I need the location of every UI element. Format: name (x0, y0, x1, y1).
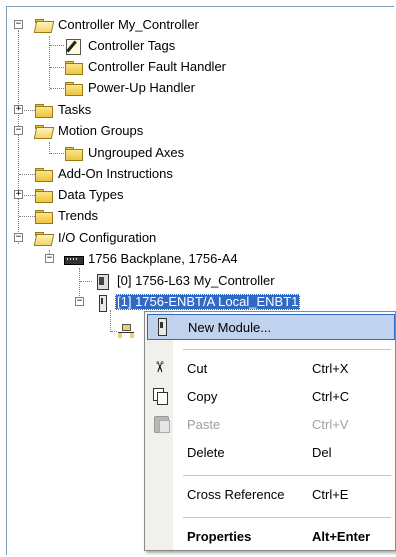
tree-node-label: Motion Groups (58, 123, 144, 138)
menu-item-label: Properties (187, 528, 252, 544)
folder-icon (64, 59, 83, 75)
menu-item-label: Copy (187, 388, 218, 404)
tree-node-data-types[interactable]: Data Types (34, 186, 126, 204)
controller-tags-icon (64, 38, 82, 55)
ethernet-network-icon (117, 323, 135, 339)
tree-connector (50, 153, 64, 154)
expand-toggle[interactable]: + (14, 105, 23, 114)
collapse-toggle[interactable]: − (14, 20, 23, 29)
tree-node-ethernet-network[interactable] (117, 322, 139, 340)
tree-node-power-up-handler[interactable]: Power-Up Handler (64, 79, 197, 97)
menu-item-shortcut: Alt+Enter (312, 528, 371, 544)
context-menu: New Module... Cut Ctrl+X Copy Ctrl+C Pas… (144, 311, 396, 551)
tree-node-io-configuration[interactable]: I/O Configuration (34, 229, 158, 247)
tree-node-ungrouped-axes[interactable]: Ungrouped Axes (64, 144, 186, 162)
menu-item-shortcut: Ctrl+E (312, 486, 349, 502)
folder-icon (64, 80, 83, 96)
menu-item-new-module[interactable]: New Module... (147, 314, 395, 340)
backplane-icon (64, 251, 84, 267)
menu-separator (183, 475, 391, 476)
menu-separator (183, 517, 391, 518)
tree-node-label: Ungrouped Axes (88, 145, 185, 160)
menu-item-cross-reference[interactable]: Cross Reference Ctrl+E (147, 481, 395, 507)
folder-open-icon (34, 123, 52, 139)
tree-connector (110, 310, 111, 332)
tree-node-label: Data Types (58, 187, 124, 202)
menu-item-label: Delete (187, 444, 225, 460)
tree-node-label: Controller My_Controller (58, 17, 199, 32)
menu-item-label: Cross Reference (187, 486, 285, 502)
folder-open-icon (34, 17, 52, 33)
folder-icon (34, 187, 53, 203)
tree-node-label: Trends (58, 208, 98, 223)
tree-node-controller-module[interactable]: [0] 1756-L63 My_Controller (93, 272, 277, 290)
tree-node-label: Controller Tags (88, 38, 176, 53)
tree-node-label: 1756 Backplane, 1756-A4 (88, 251, 238, 266)
tree-node-label: [1] 1756-ENBT/A Local_ENBT1 (115, 294, 301, 310)
collapse-toggle[interactable]: − (75, 297, 84, 306)
menu-separator (183, 349, 391, 350)
menu-item-label: Paste (187, 416, 221, 432)
tree-connector (50, 67, 64, 68)
tree-node-label: Controller Fault Handler (88, 59, 227, 74)
tree-node-controller-tags[interactable]: Controller Tags (64, 37, 177, 55)
collapse-toggle[interactable]: − (45, 254, 54, 263)
tree-node-add-on-instructions[interactable]: Add-On Instructions (34, 165, 175, 183)
tree-connector (50, 45, 64, 46)
menu-item-label: Cut (187, 360, 208, 376)
tree-node-controller[interactable]: Controller My_Controller (34, 16, 201, 34)
folder-icon (34, 102, 53, 118)
expand-toggle[interactable]: + (14, 190, 23, 199)
folder-open-icon (34, 230, 52, 246)
menu-item-shortcut: Ctrl+V (312, 416, 349, 432)
tree-connector (18, 30, 19, 244)
collapse-toggle[interactable]: − (14, 126, 23, 135)
menu-item-paste[interactable]: Paste Ctrl+V (147, 411, 395, 437)
tree-node-label: Add-On Instructions (58, 166, 173, 181)
tree-node-label: Tasks (58, 102, 92, 117)
paste-icon (147, 411, 175, 437)
folder-icon (34, 208, 53, 224)
menu-item-shortcut: Del (312, 444, 332, 460)
menu-item-copy[interactable]: Copy Ctrl+C (147, 383, 395, 409)
tree-node-fault-handler[interactable]: Controller Fault Handler (64, 58, 228, 76)
menu-item-shortcut: Ctrl+C (312, 388, 350, 404)
menu-item-properties[interactable]: Properties Alt+Enter (147, 523, 395, 549)
tree-node-trends[interactable]: Trends (34, 207, 100, 225)
tree-connector (50, 88, 64, 89)
menu-item-shortcut: Ctrl+X (312, 360, 349, 376)
new-module-icon (148, 314, 176, 340)
tree-node-label: [0] 1756-L63 My_Controller (117, 273, 275, 288)
tree-connector (80, 281, 92, 282)
tree-node-motion-groups[interactable]: Motion Groups (34, 122, 145, 140)
folder-icon (64, 145, 83, 161)
tree-node-backplane[interactable]: 1756 Backplane, 1756-A4 (64, 250, 240, 268)
controller-module-icon (93, 273, 111, 290)
collapse-toggle[interactable]: − (14, 233, 23, 242)
scissors-icon (147, 355, 175, 381)
menu-item-cut[interactable]: Cut Ctrl+X (147, 355, 395, 381)
menu-item-label: New Module... (188, 319, 272, 335)
menu-item-delete[interactable]: Delete Del (147, 439, 395, 465)
tree-node-label: I/O Configuration (58, 230, 157, 245)
folder-icon (34, 166, 53, 182)
tree-node-ethernet-module[interactable]: [1] 1756-ENBT/A Local_ENBT1 (93, 293, 301, 312)
copy-icon (147, 383, 175, 409)
tree-node-label: Power-Up Handler (88, 80, 195, 95)
tree-node-tasks[interactable]: Tasks (34, 101, 93, 119)
ethernet-module-icon (93, 294, 111, 312)
